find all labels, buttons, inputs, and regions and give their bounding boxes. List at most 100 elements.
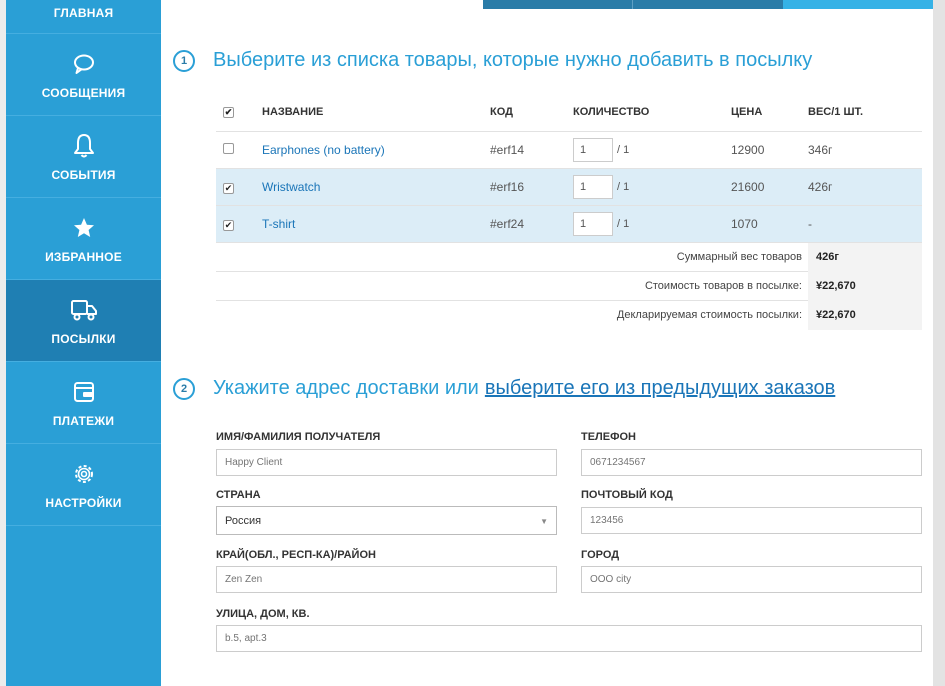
header-qty: КОЛИЧЕСТВО <box>573 94 731 132</box>
quantity-max: / 1 <box>617 217 630 230</box>
quantity-input[interactable] <box>573 211 613 236</box>
phone-label: ТЕЛЕФОН <box>581 431 636 443</box>
sidebar-item-favorites[interactable]: ИЗБРАННОЕ <box>6 198 161 280</box>
header-price: ЦЕНА <box>731 94 808 132</box>
step-2-heading: 2 Укажите адрес доставки или выберите его… <box>173 377 835 400</box>
recipient-name-input[interactable] <box>216 449 557 476</box>
select-all-cell: ✔ <box>216 94 262 132</box>
sidebar-item-payments[interactable]: ПЛАТЕЖИ <box>6 362 161 444</box>
city-label: ГОРОД <box>581 549 620 561</box>
sidebar-item-label: ПОСЫЛКИ <box>51 331 116 346</box>
header-code: КОД <box>490 94 573 132</box>
summary-cost-value: ¥22,670 <box>808 272 922 301</box>
tab-1[interactable] <box>483 0 633 9</box>
qty-cell: / 1 <box>573 168 731 206</box>
product-link[interactable]: Earphones (no battery) <box>262 143 385 157</box>
top-tabs <box>483 0 943 9</box>
street-label: УЛИЦА, ДОМ, КВ. <box>216 608 310 620</box>
star-icon <box>70 214 98 242</box>
qty-cell: / 1 <box>573 205 731 243</box>
step-title-text: Укажите адрес доставки или <box>213 377 479 399</box>
sidebar-item-parcels[interactable]: ПОСЫЛКИ <box>6 280 161 362</box>
sidebar-item-settings[interactable]: НАСТРОЙКИ <box>6 444 161 526</box>
recipient-name-label: ИМЯ/ФАМИЛИЯ ПОЛУЧАТЕЛЯ <box>216 431 381 443</box>
product-link[interactable]: T-shirt <box>262 217 295 231</box>
country-select[interactable]: Россия ▼ <box>216 506 557 535</box>
street-input[interactable] <box>216 625 922 652</box>
summary-cost-label: Стоимость товаров в посылке: <box>644 280 802 292</box>
products-table: ✔ НАЗВАНИЕ КОД КОЛИЧЕСТВО ЦЕНА ВЕС/1 ШТ.… <box>216 94 922 243</box>
summary-weight-row: Суммарный вес товаров 426г <box>216 243 922 272</box>
table-header-row: ✔ НАЗВАНИЕ КОД КОЛИЧЕСТВО ЦЕНА ВЕС/1 ШТ. <box>216 94 922 132</box>
product-code: #erf24 <box>490 205 573 243</box>
row-check-cell <box>216 131 262 169</box>
product-price: 12900 <box>731 131 808 169</box>
product-name-cell: T-shirt <box>262 205 490 243</box>
header-name: НАЗВАНИЕ <box>262 94 490 132</box>
wallet-icon <box>70 378 98 406</box>
table-row: Earphones (no battery) #erf14 / 1 12900 … <box>216 131 922 169</box>
phone-input[interactable] <box>581 449 922 476</box>
row-checkbox[interactable] <box>223 142 234 154</box>
sidebar-item-label: ИЗБРАННОЕ <box>45 249 122 264</box>
summary-weight-label: Суммарный вес товаров <box>676 251 802 263</box>
table-row: ✔ T-shirt #erf24 / 1 1070 - <box>216 205 922 243</box>
quantity-max: / 1 <box>617 143 630 156</box>
sidebar-item-messages[interactable]: СООБЩЕНИЯ <box>6 34 161 116</box>
step-number: 1 <box>173 49 195 72</box>
main-panel: 1 Выберите из списка товары, которые нуж… <box>161 0 943 686</box>
quantity-input[interactable] <box>573 137 613 162</box>
table-row: ✔ Wristwatch #erf16 / 1 21600 426г <box>216 168 922 206</box>
sidebar: ГЛАВНАЯ СООБЩЕНИЯ СОБЫТИЯ ИЗБРАННОЕ ПОСЫ… <box>6 0 161 686</box>
city-input[interactable] <box>581 566 922 593</box>
row-check-cell: ✔ <box>216 168 262 206</box>
row-checkbox[interactable]: ✔ <box>223 219 234 231</box>
product-name-cell: Earphones (no battery) <box>262 131 490 169</box>
row-checkbox[interactable]: ✔ <box>223 182 234 194</box>
product-price: 1070 <box>731 205 808 243</box>
previous-orders-link[interactable]: выберите его из предыдущих заказов <box>485 377 835 399</box>
product-weight: 426г <box>808 168 922 206</box>
product-code: #erf14 <box>490 131 573 169</box>
select-all-checkbox[interactable]: ✔ <box>223 107 234 119</box>
summary-cost-row: Стоимость товаров в посылке: ¥22,670 <box>216 272 922 301</box>
step-1-heading: 1 Выберите из списка товары, которые нуж… <box>173 49 812 72</box>
step-title: Выберите из списка товары, которые нужно… <box>213 49 813 71</box>
sidebar-item-events[interactable]: СОБЫТИЯ <box>6 116 161 198</box>
region-input[interactable] <box>216 566 557 593</box>
quantity-max: / 1 <box>617 180 630 193</box>
quantity-input[interactable] <box>573 174 613 199</box>
qty-cell: / 1 <box>573 131 731 169</box>
sidebar-item-label: СОБЫТИЯ <box>51 167 116 182</box>
scrollbar-gutter[interactable] <box>933 0 945 686</box>
product-link[interactable]: Wristwatch <box>262 180 320 194</box>
step-number: 2 <box>173 377 195 400</box>
sidebar-item-label: НАСТРОЙКИ <box>45 495 122 510</box>
region-label: КРАЙ(ОБЛ., РЕСП-КА)/РАЙОН <box>216 549 376 561</box>
summary-declared-value: ¥22,670 <box>808 301 922 330</box>
summary-declared-row: Декларируемая стоимость посылки: ¥22,670 <box>216 301 922 330</box>
header-weight: ВЕС/1 ШТ. <box>808 94 922 132</box>
product-weight: 346г <box>808 131 922 169</box>
tab-2[interactable] <box>633 0 783 9</box>
zip-label: ПОЧТОВЫЙ КОД <box>581 489 673 501</box>
summary-declared-label: Декларируемая стоимость посылки: <box>616 309 802 321</box>
step-title: Укажите адрес доставки или выберите его и… <box>213 377 835 400</box>
sidebar-item-home[interactable]: ГЛАВНАЯ <box>6 0 161 34</box>
zip-input[interactable] <box>581 507 922 534</box>
bell-icon <box>70 132 98 160</box>
country-label: СТРАНА <box>216 489 261 501</box>
speech-bubble-icon <box>70 50 98 78</box>
delivery-truck-icon <box>70 296 98 324</box>
dropdown-arrow-icon: ▼ <box>540 517 548 526</box>
product-name-cell: Wristwatch <box>262 168 490 206</box>
sidebar-item-label: ПЛАТЕЖИ <box>52 413 115 428</box>
product-code: #erf16 <box>490 168 573 206</box>
sidebar-item-label: ГЛАВНАЯ <box>53 6 114 20</box>
row-check-cell: ✔ <box>216 205 262 243</box>
tab-3[interactable] <box>783 0 943 9</box>
product-weight: - <box>808 205 922 243</box>
country-selected-value: Россия <box>225 514 262 527</box>
summary-weight-value: 426г <box>808 243 922 272</box>
product-price: 21600 <box>731 168 808 206</box>
